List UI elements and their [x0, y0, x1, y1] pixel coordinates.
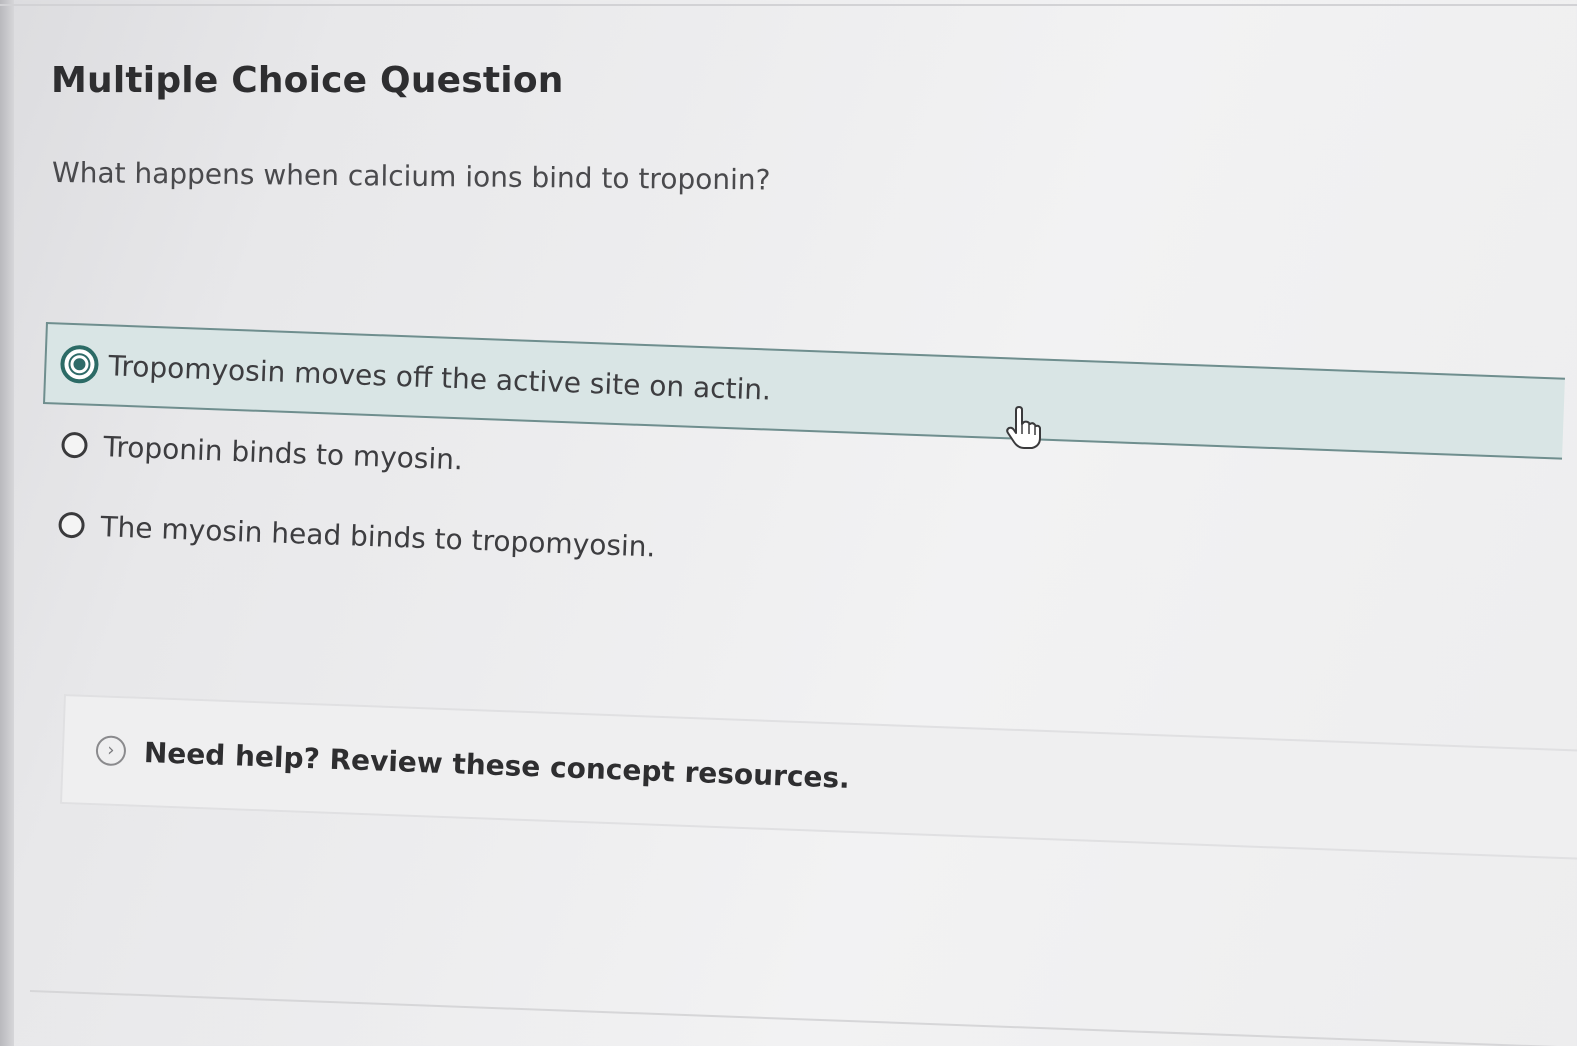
question-prompt: What happens when calcium ions bind to t… — [51, 156, 771, 197]
answer-option-label: The myosin head binds to tropomyosin. — [99, 509, 657, 563]
answer-option-label: Troponin binds to myosin. — [102, 429, 464, 476]
answer-option-label: Tropomyosin moves off the active site on… — [107, 348, 772, 407]
help-resources-label: Need help? Review these concept resource… — [143, 735, 851, 795]
hand-pointer-icon — [1006, 406, 1041, 449]
chevron-right-icon[interactable]: › — [95, 735, 127, 767]
top-divider — [0, 4, 1577, 6]
radio-unselected-icon[interactable] — [61, 431, 88, 459]
radio-selected-icon[interactable] — [59, 344, 100, 384]
question-heading: Multiple Choice Question — [51, 60, 564, 101]
window-edge — [0, 0, 14, 1046]
radio-dot — [70, 354, 89, 374]
radio-unselected-icon[interactable] — [58, 511, 86, 539]
